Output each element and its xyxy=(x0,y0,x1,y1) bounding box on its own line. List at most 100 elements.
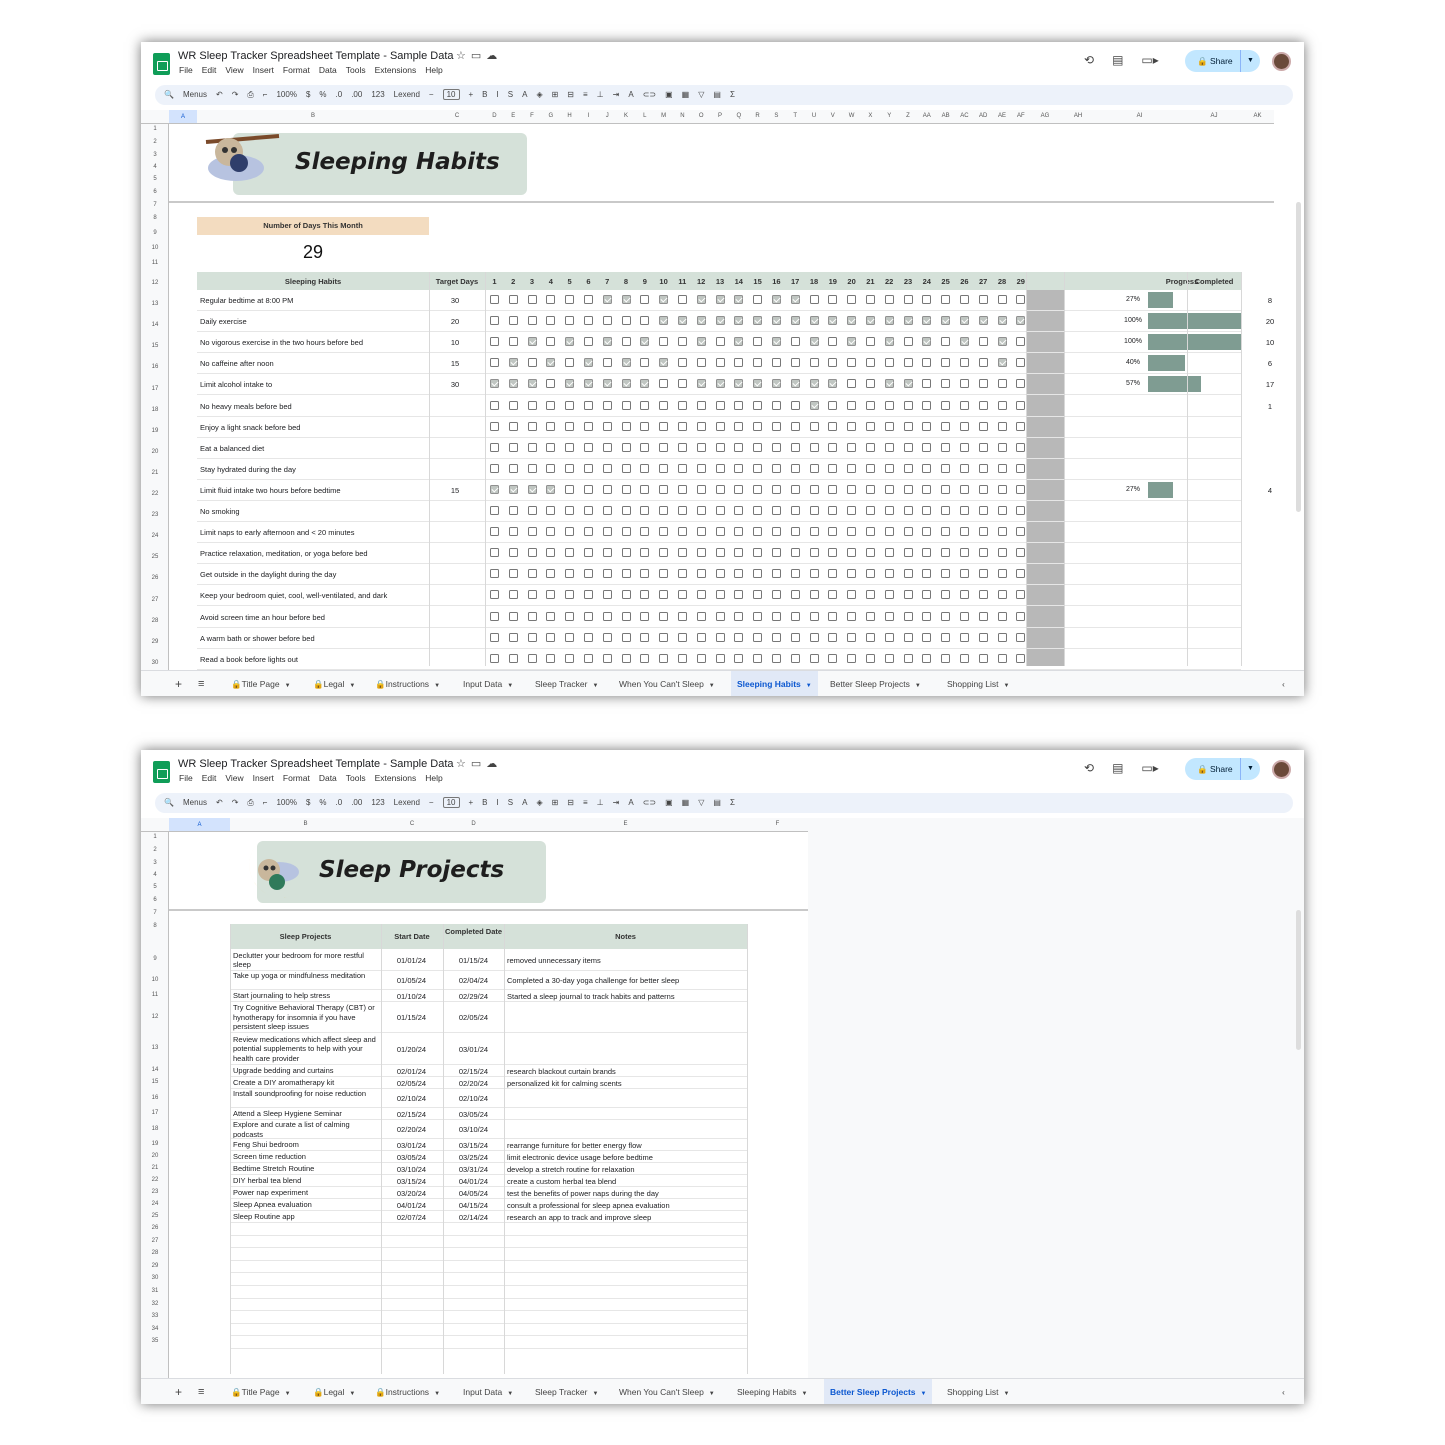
day-checkbox[interactable] xyxy=(715,316,725,326)
add-sheet-icon[interactable]: + xyxy=(175,671,182,696)
day-checkbox[interactable] xyxy=(490,400,499,410)
day-checkbox[interactable] xyxy=(696,611,706,621)
day-checkbox[interactable] xyxy=(659,316,669,326)
habit-name[interactable]: Get outside in the daylight during the d… xyxy=(200,570,336,579)
day-checkbox[interactable] xyxy=(508,463,518,473)
row-number[interactable]: 16 xyxy=(141,364,168,370)
day-checkbox[interactable] xyxy=(978,611,988,621)
undo-icon[interactable]: ↶ xyxy=(216,798,223,807)
habit-name[interactable]: Limit naps to early afternoon and < 20 m… xyxy=(200,528,354,537)
menu-help[interactable]: Help xyxy=(425,65,442,75)
day-checkbox[interactable] xyxy=(809,632,819,642)
tab-shopping-list[interactable]: Shopping List ▼ xyxy=(941,671,1015,696)
day-checkbox[interactable] xyxy=(490,379,499,389)
project-name[interactable]: Sleep Apnea evaluation xyxy=(233,1200,379,1210)
project-start-date[interactable]: 01/20/24 xyxy=(381,1045,442,1054)
minus-icon[interactable]: − xyxy=(429,798,434,807)
collapse-icon[interactable]: ‹ xyxy=(1282,671,1285,696)
project-completed-date[interactable]: 04/01/24 xyxy=(443,1177,504,1186)
align-icon[interactable]: ≡ xyxy=(583,798,588,807)
project-notes[interactable]: Completed a 30-day yoga challenge for be… xyxy=(507,976,679,985)
col-b[interactable]: B xyxy=(197,113,429,119)
menu-extensions[interactable]: Extensions xyxy=(375,773,417,783)
paint-format-icon[interactable]: ⌐ xyxy=(263,798,268,807)
row-number[interactable]: 20 xyxy=(141,1153,168,1159)
vertical-scrollbar[interactable] xyxy=(1296,202,1301,512)
day-checkbox[interactable] xyxy=(621,295,631,304)
day-checkbox[interactable] xyxy=(715,442,725,452)
day-checkbox[interactable] xyxy=(659,548,669,558)
day-checkbox[interactable] xyxy=(640,463,650,473)
day-checkbox[interactable] xyxy=(621,400,631,410)
day-checkbox[interactable] xyxy=(584,611,593,621)
day-checkbox[interactable] xyxy=(621,484,631,494)
day-checkbox[interactable] xyxy=(790,316,800,326)
project-name[interactable]: Feng Shui bedroom xyxy=(233,1140,379,1150)
percent[interactable]: % xyxy=(319,90,326,99)
project-start-date[interactable]: 03/10/24 xyxy=(381,1165,442,1174)
day-checkbox[interactable] xyxy=(922,379,932,389)
row-number[interactable]: 18 xyxy=(141,1126,168,1132)
day-checkbox[interactable] xyxy=(960,590,969,600)
day-checkbox[interactable] xyxy=(602,590,612,600)
day-checkbox[interactable] xyxy=(978,463,988,473)
day-checkbox[interactable] xyxy=(960,569,969,579)
menu-extensions[interactable]: Extensions xyxy=(375,65,417,75)
day-checkbox[interactable] xyxy=(734,569,744,579)
day-checkbox[interactable] xyxy=(602,527,612,537)
day-checkbox[interactable] xyxy=(922,316,932,326)
day-checkbox[interactable] xyxy=(602,653,612,663)
project-name[interactable]: Screen time reduction xyxy=(233,1152,379,1162)
day-checkbox[interactable] xyxy=(565,569,575,579)
day-checkbox[interactable] xyxy=(565,484,575,494)
day-checkbox[interactable] xyxy=(790,590,800,600)
day-checkbox[interactable] xyxy=(621,527,631,537)
day-checkbox[interactable] xyxy=(678,358,687,368)
habit-target[interactable]: 30 xyxy=(429,380,481,389)
day-checkbox[interactable] xyxy=(734,590,744,600)
col-h[interactable]: H xyxy=(560,113,579,119)
day-checkbox[interactable] xyxy=(1016,611,1026,621)
col-g[interactable]: G xyxy=(541,113,560,119)
day-checkbox[interactable] xyxy=(546,590,556,600)
day-checkbox[interactable] xyxy=(809,548,819,558)
day-checkbox[interactable] xyxy=(678,442,687,452)
day-checkbox[interactable] xyxy=(734,400,744,410)
day-checkbox[interactable] xyxy=(1016,527,1026,537)
day-checkbox[interactable] xyxy=(527,611,537,621)
day-checkbox[interactable] xyxy=(508,358,518,368)
day-checkbox[interactable] xyxy=(903,442,913,452)
fill-color-icon[interactable]: ◈ xyxy=(536,798,542,807)
project-completed-date[interactable]: 04/05/24 xyxy=(443,1189,504,1198)
day-checkbox[interactable] xyxy=(715,590,725,600)
row-number[interactable]: 30 xyxy=(141,1275,168,1281)
day-checkbox[interactable] xyxy=(490,484,499,494)
day-checkbox[interactable] xyxy=(1016,337,1026,347)
title-icons[interactable]: ☆▭☁ xyxy=(456,757,502,770)
day-checkbox[interactable] xyxy=(621,632,631,642)
day-checkbox[interactable] xyxy=(546,295,556,304)
row-number[interactable]: 9 xyxy=(141,230,168,236)
row-number[interactable]: 1 xyxy=(141,126,168,132)
col-b[interactable]: B xyxy=(230,821,381,827)
day-checkbox[interactable] xyxy=(508,295,518,304)
day-checkbox[interactable] xyxy=(772,548,781,558)
day-checkbox[interactable] xyxy=(640,548,650,558)
day-checkbox[interactable] xyxy=(790,569,800,579)
day-checkbox[interactable] xyxy=(734,632,744,642)
day-checkbox[interactable] xyxy=(527,463,537,473)
col-f[interactable]: F xyxy=(747,821,808,827)
col-aa[interactable]: AA xyxy=(917,113,936,119)
day-checkbox[interactable] xyxy=(602,358,612,368)
day-checkbox[interactable] xyxy=(1016,653,1026,663)
day-checkbox[interactable] xyxy=(828,421,838,431)
day-checkbox[interactable] xyxy=(734,548,744,558)
day-checkbox[interactable] xyxy=(790,611,800,621)
project-start-date[interactable]: 03/20/24 xyxy=(381,1189,442,1198)
day-checkbox[interactable] xyxy=(678,484,687,494)
row-number[interactable]: 15 xyxy=(141,1079,168,1085)
document-title[interactable]: WR Sleep Tracker Spreadsheet Template - … xyxy=(178,758,454,770)
day-checkbox[interactable] xyxy=(922,421,932,431)
day-checkbox[interactable] xyxy=(546,569,556,579)
row-number[interactable]: 9 xyxy=(141,956,168,962)
